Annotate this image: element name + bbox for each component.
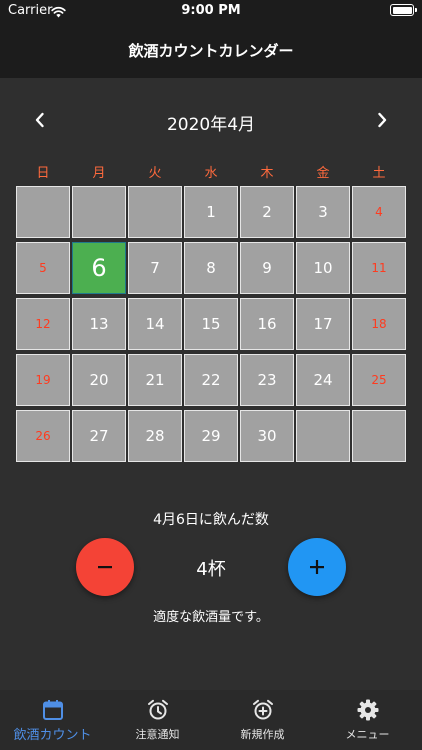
navigation-bar: 飲酒カウントカレンダー [0, 22, 422, 78]
alarm-clock-icon [105, 698, 210, 722]
drinking-message: 適度な飲酒量です。 [153, 610, 269, 625]
tab-drink-count[interactable]: 飲酒カウント [0, 690, 105, 750]
month-selector: 2020年4月 [0, 104, 422, 135]
day-cell[interactable]: 21 [128, 354, 182, 406]
weekday-header: 日月火水木金土 [16, 162, 406, 182]
day-cell[interactable]: 15 [184, 298, 238, 350]
day-cell[interactable]: 30 [240, 410, 294, 462]
plus-icon [310, 560, 324, 574]
weekday-label: 水 [204, 166, 218, 181]
day-cell[interactable]: 23 [240, 354, 294, 406]
weekday-label: 日 [36, 166, 50, 181]
tab-label: 飲酒カウント [13, 728, 92, 743]
weekday-label: 木 [260, 166, 274, 181]
day-cell[interactable]: 26 [16, 410, 70, 462]
weekday-label: 金 [316, 166, 330, 181]
tab-new-create[interactable]: 新規作成 [210, 690, 315, 750]
day-cell[interactable]: 29 [184, 410, 238, 462]
drink-count-label: 4月6日に飲んだ数 [153, 512, 269, 528]
day-cell[interactable]: 13 [72, 298, 126, 350]
day-cell[interactable]: 10 [296, 242, 350, 294]
drink-count-value: 4杯 [196, 559, 226, 580]
empty-day-cell [296, 410, 350, 462]
day-cell[interactable]: 16 [240, 298, 294, 350]
calendar-icon [0, 698, 105, 722]
day-cell[interactable]: 5 [16, 242, 70, 294]
day-cell[interactable]: 12 [16, 298, 70, 350]
day-cell[interactable]: 9 [240, 242, 294, 294]
day-cell[interactable]: 14 [128, 298, 182, 350]
tab-menu[interactable]: メニュー [315, 690, 420, 750]
empty-day-cell [352, 410, 406, 462]
alarm-add-icon [210, 698, 315, 722]
weekday-label: 火 [148, 166, 162, 181]
page-title: 飲酒カウントカレンダー [128, 42, 294, 60]
gear-icon [315, 698, 420, 722]
day-cell[interactable]: 7 [128, 242, 182, 294]
battery-icon [390, 4, 417, 16]
status-time: 9:00 PM [181, 3, 241, 18]
day-cell[interactable]: 25 [352, 354, 406, 406]
day-cell[interactable]: 8 [184, 242, 238, 294]
calendar-grid: 1 2 3 4 5 6 7 8 9 10 11 12 13 14 15 16 17 18 19 20 21 22 23 24 2… [16, 186, 406, 464]
day-cell[interactable]: 11 [352, 242, 406, 294]
next-month-button[interactable] [370, 108, 394, 132]
day-cell[interactable]: 22 [184, 354, 238, 406]
day-cell[interactable]: 28 [128, 410, 182, 462]
tab-label: 注意通知 [135, 728, 180, 741]
day-cell[interactable]: 3 [296, 186, 350, 238]
day-cell[interactable]: 24 [296, 354, 350, 406]
day-cell[interactable]: 18 [352, 298, 406, 350]
tab-label: 新規作成 [240, 728, 285, 741]
month-title: 2020年4月 [166, 115, 256, 135]
selected-day-cell[interactable]: 6 [72, 242, 126, 294]
weekday-label: 土 [372, 166, 386, 181]
empty-day-cell [72, 186, 126, 238]
empty-day-cell [16, 186, 70, 238]
day-cell[interactable]: 4 [352, 186, 406, 238]
tab-caution-notice[interactable]: 注意通知 [105, 690, 210, 750]
increment-button[interactable] [288, 538, 346, 596]
weekday-label: 月 [92, 166, 106, 181]
empty-day-cell [128, 186, 182, 238]
status-bar: Carrier 9:00 PM [0, 0, 422, 22]
day-cell[interactable]: 20 [72, 354, 126, 406]
day-cell[interactable]: 1 [184, 186, 238, 238]
day-cell[interactable]: 2 [240, 186, 294, 238]
day-cell[interactable]: 19 [16, 354, 70, 406]
tab-label: メニュー [345, 728, 390, 741]
tab-bar: 飲酒カウント 注意通知 新規作成 メニュー [0, 690, 422, 750]
day-cell[interactable]: 17 [296, 298, 350, 350]
chevron-right-icon [378, 112, 387, 128]
day-cell[interactable]: 27 [72, 410, 126, 462]
